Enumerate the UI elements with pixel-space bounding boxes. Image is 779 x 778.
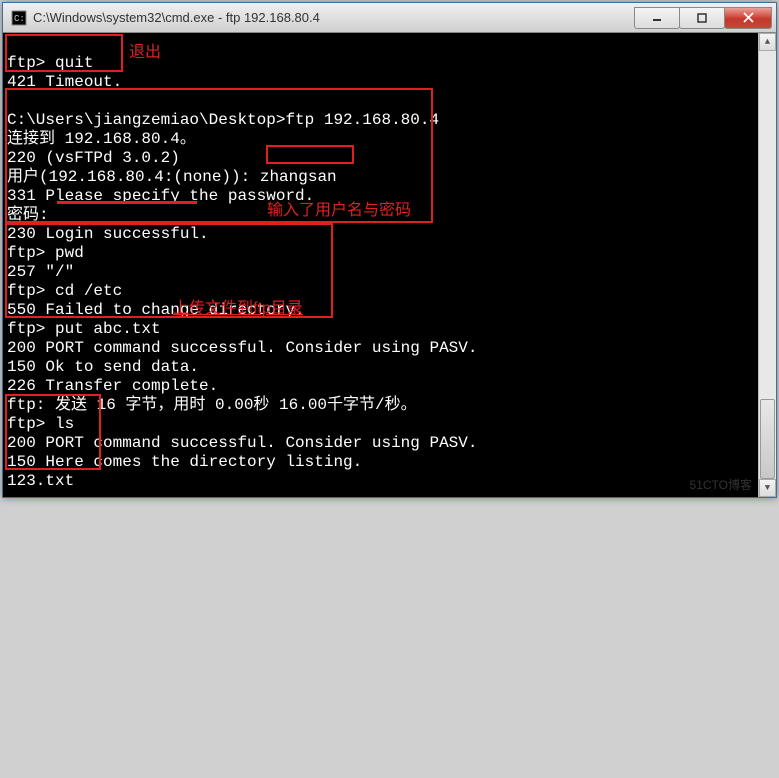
terminal-line: 421 Timeout. (7, 73, 122, 91)
terminal-line: 226 Transfer complete. (7, 377, 218, 395)
cmd-icon: C: (11, 10, 27, 26)
terminal-line: ftp> cd /etc (7, 282, 122, 300)
svg-text:C:: C: (14, 14, 25, 24)
scroll-down-button[interactable]: ▼ (759, 479, 776, 497)
terminal-line: 200 PORT command successful. Consider us… (7, 434, 477, 452)
terminal-line: 连接到 192.168.80.4。 (7, 130, 196, 148)
annotation-text-quit: 退出 (129, 43, 161, 62)
scroll-thumb[interactable] (760, 399, 775, 479)
minimize-button[interactable] (634, 7, 680, 29)
annotation-box-username (266, 145, 354, 164)
window-title: C:\Windows\system32\cmd.exe - ftp 192.16… (33, 10, 635, 25)
terminal-line: ftp: 发送 16 字节，用时 0.00秒 16.00千字节/秒。 (7, 396, 417, 414)
terminal-output[interactable]: ftp> quit 421 Timeout. C:\Users\jiangzem… (3, 33, 776, 778)
terminal-line: 230 Login successful. (7, 225, 209, 243)
close-button[interactable] (724, 7, 772, 29)
terminal-line: 220 (vsFTPd 3.0.2) (7, 149, 180, 167)
terminal-line: ftp> ls (7, 415, 74, 433)
terminal-line: ftp> put abc.txt (7, 320, 161, 338)
terminal-line: 密码: (7, 206, 49, 224)
cmd-window: C: C:\Windows\system32\cmd.exe - ftp 192… (2, 2, 777, 498)
terminal-line: 150 Here comes the directory listing. (7, 453, 362, 471)
terminal-line: 257 "/" (7, 263, 74, 281)
terminal-line: ftp> pwd (7, 244, 84, 262)
terminal-line: ftp> quit (7, 54, 93, 72)
terminal-line: 150 Ok to send data. (7, 358, 199, 376)
scroll-track[interactable] (759, 51, 776, 479)
vertical-scrollbar[interactable]: ▲ ▼ (758, 33, 776, 497)
terminal-line: 200 PORT command successful. Consider us… (7, 339, 477, 357)
watermark: 51CTO博客 (690, 476, 752, 493)
terminal-line: 550 Failed to change directory. (7, 301, 305, 319)
terminal-line: 123.txt (7, 472, 74, 490)
window-controls (635, 7, 772, 29)
scroll-up-button[interactable]: ▲ (759, 33, 776, 51)
terminal-line: C:\Users\jiangzemiao\Desktop>ftp 192.168… (7, 111, 439, 129)
maximize-button[interactable] (679, 7, 725, 29)
titlebar[interactable]: C: C:\Windows\system32\cmd.exe - ftp 192… (3, 3, 776, 33)
terminal-line: 用户(192.168.80.4:(none)): zhangsan (7, 168, 337, 186)
annotation-password-line (57, 201, 197, 204)
